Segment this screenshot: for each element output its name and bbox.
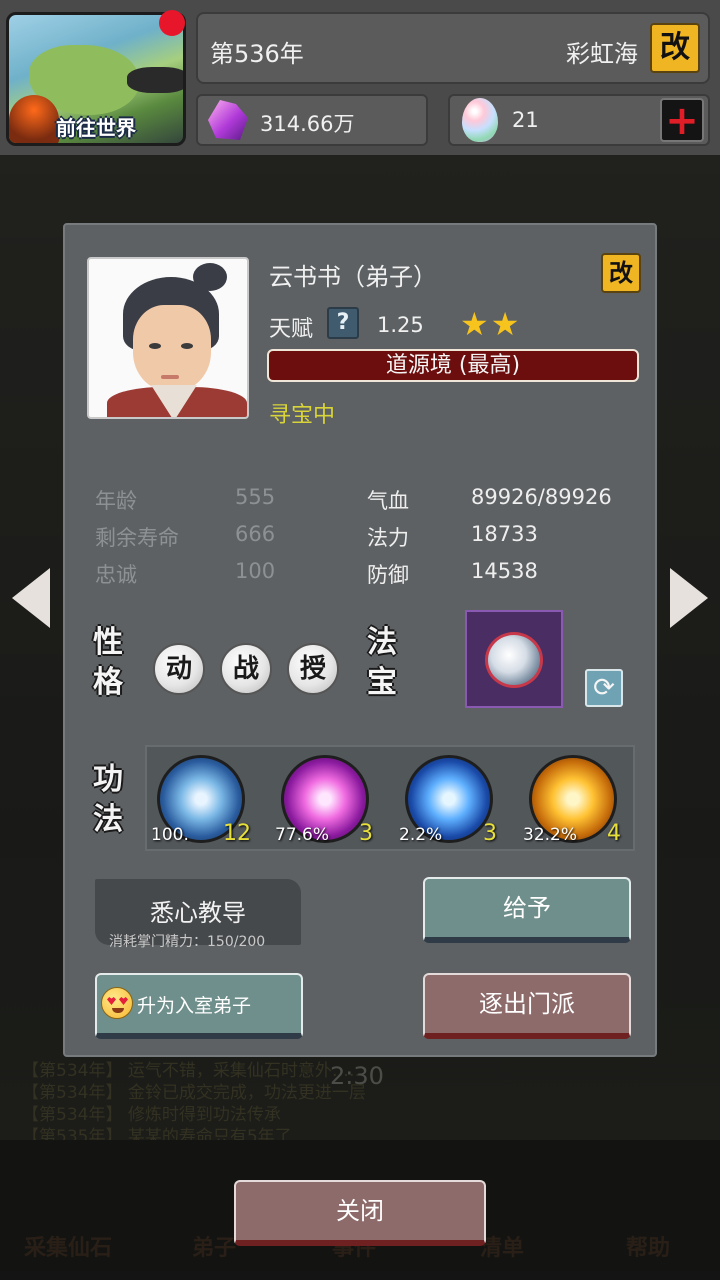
trait-badge[interactable]: 战 xyxy=(220,643,272,695)
stat-lifespan-label: 剩余寿命 xyxy=(95,526,179,550)
stat-loyalty-value: 100 xyxy=(235,559,276,583)
location-text: 彩虹海 xyxy=(566,40,638,68)
treasure-slot[interactable] xyxy=(465,610,563,708)
heart-eyes-icon xyxy=(101,987,133,1019)
teach-cost-text: 消耗掌门精力：150/200 xyxy=(109,934,266,950)
next-disciple-arrow-icon[interactable] xyxy=(670,568,708,628)
egg-bar: 21 + xyxy=(448,94,710,146)
teach-label: 悉心教导 xyxy=(150,899,246,927)
trait-badge[interactable]: 授 xyxy=(287,643,339,695)
top-header: 前往世界 第536年 彩虹海 改 314.66万 21 + xyxy=(0,0,720,155)
trait-badge[interactable]: 动 xyxy=(153,643,205,695)
skill-progress: 77.6% xyxy=(275,825,330,845)
stat-hp-value: 89926/89926 xyxy=(471,485,612,509)
spirit-stone-bar: 314.66万 xyxy=(196,94,428,146)
close-button[interactable]: 关闭 xyxy=(234,1180,486,1246)
stat-age-value: 555 xyxy=(235,485,276,509)
promote-button[interactable]: 升为入室弟子 xyxy=(95,973,303,1039)
disciple-portrait xyxy=(87,257,249,419)
stat-mana-label: 法力 xyxy=(367,526,409,550)
stat-age-label: 年龄 xyxy=(95,489,137,513)
technique-panel: 100. 12 77.6% 3 2.2% 3 32.2% 4 xyxy=(145,745,635,851)
notification-dot xyxy=(159,10,185,36)
magic-mirror-icon xyxy=(485,632,543,688)
stat-hp-label: 气血 xyxy=(367,489,409,513)
personality-label: 性 格 xyxy=(93,625,123,700)
star-rating: ★★ xyxy=(460,305,522,343)
skill-level: 12 xyxy=(223,821,251,846)
skill-level: 3 xyxy=(359,821,373,846)
disciple-detail-dialog: 云书书（弟子） 改 天赋 ? 1.25 ★★ 道源境 (最高) 寻宝中 年龄 5… xyxy=(63,223,657,1057)
refresh-icon[interactable]: ⟳ xyxy=(585,669,623,707)
give-button[interactable]: 给予 xyxy=(423,877,631,943)
talent-value: 1.25 xyxy=(377,313,424,337)
stat-defense-label: 防御 xyxy=(367,563,409,587)
treasure-label: 法 宝 xyxy=(367,625,397,700)
previous-disciple-arrow-icon[interactable] xyxy=(12,568,50,628)
spirit-stone-count: 314.66万 xyxy=(260,112,355,136)
skill-level: 3 xyxy=(483,821,497,846)
year-location-bar: 第536年 彩虹海 改 xyxy=(196,12,710,84)
stat-mana-value: 18733 xyxy=(471,522,538,546)
disciple-name: 云书书（弟子） xyxy=(269,263,437,291)
talent-help-icon[interactable]: ? xyxy=(327,307,359,339)
realm-bar: 道源境 (最高) xyxy=(267,349,639,382)
world-button-label: 前往世界 xyxy=(56,116,136,140)
teach-button[interactable]: 悉心教导 消耗掌门精力：150/200 xyxy=(95,879,301,950)
promote-label: 升为入室弟子 xyxy=(137,995,252,1017)
skill-progress: 2.2% xyxy=(399,825,443,845)
add-eggs-button[interactable]: + xyxy=(660,98,704,142)
skill-level: 4 xyxy=(607,821,621,846)
status-text: 寻宝中 xyxy=(269,403,336,428)
rainbow-egg-icon xyxy=(462,98,498,142)
rename-sect-button[interactable]: 改 xyxy=(650,23,700,73)
skill-progress: 100. xyxy=(151,825,189,845)
stat-loyalty-label: 忠诚 xyxy=(95,563,137,587)
skill-progress: 32.2% xyxy=(523,825,578,845)
rename-disciple-button[interactable]: 改 xyxy=(601,253,641,293)
egg-count: 21 xyxy=(512,108,539,132)
world-map-button[interactable]: 前往世界 xyxy=(6,12,186,146)
floating-rock-graphic xyxy=(127,67,183,93)
stat-lifespan-value: 666 xyxy=(235,522,276,546)
spirit-crystal-icon xyxy=(208,100,248,140)
expel-button[interactable]: 逐出门派 xyxy=(423,973,631,1039)
stat-defense-value: 14538 xyxy=(471,559,538,583)
talent-label: 天赋 xyxy=(269,317,314,342)
technique-label: 功 法 xyxy=(93,762,123,837)
year-text: 第536年 xyxy=(210,40,304,68)
